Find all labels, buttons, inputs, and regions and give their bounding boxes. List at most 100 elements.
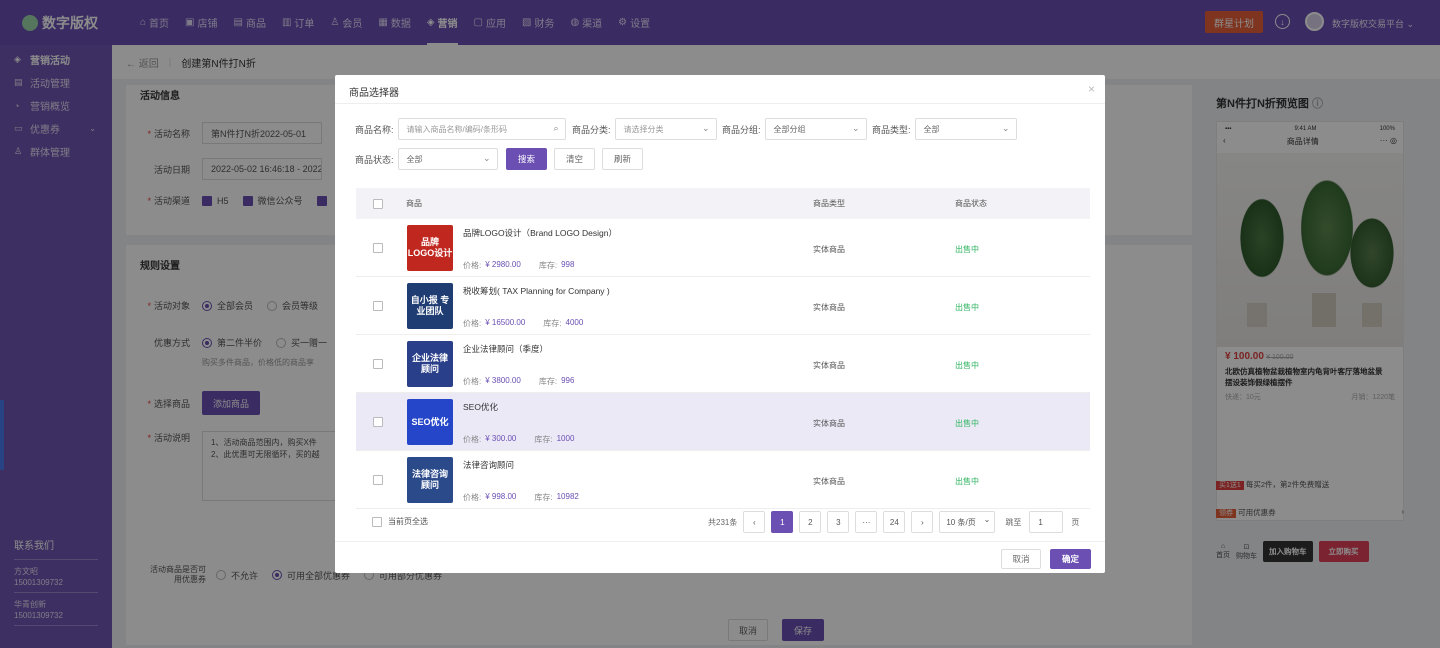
product-meta: 价格: ¥ 2980.00 库存: 998 <box>463 260 574 271</box>
price-label: 价格: <box>463 261 482 270</box>
product-status: 出售中 <box>955 361 979 370</box>
table-row[interactable]: 自小报 专业团队 税收筹划( TAX Planning for Company )… <box>356 277 1090 335</box>
row-checkbox[interactable] <box>373 358 383 369</box>
stock-label: 库存: <box>538 377 558 386</box>
chevron-down-icon: ⌄ <box>482 153 491 163</box>
product-status: 出售中 <box>955 245 979 254</box>
table-row[interactable]: 企业法律 顾问 企业法律顾问（季度） 价格: ¥ 3800.00 库存: 996 实体商品 出… <box>356 335 1090 393</box>
divider <box>335 103 1105 104</box>
filter-label: 商品分组: <box>722 124 761 135</box>
page-button[interactable]: ··· <box>855 511 878 533</box>
product-type: 实体商品 <box>813 419 845 428</box>
table-row[interactable]: SEO优化 SEO优化价格: ¥ 300.00 库存: 1000 实体商品 出售中 <box>356 393 1090 451</box>
header-checkbox[interactable] <box>373 198 383 209</box>
chevron-down-icon: ⌄ <box>851 123 860 133</box>
row-checkbox[interactable] <box>373 242 383 253</box>
price-label: 价格: <box>463 435 482 444</box>
next-page-icon[interactable]: › <box>911 511 934 533</box>
search-button[interactable]: 搜索 <box>506 148 547 170</box>
product-name: 税收筹划( TAX Planning for Company ) <box>463 286 610 296</box>
group-select[interactable]: 全部分组 ⌄ <box>764 118 867 140</box>
row-checkbox[interactable] <box>373 416 383 427</box>
price-label: 价格: <box>463 493 482 502</box>
type-select[interactable]: 全部 ⌄ <box>914 118 1017 140</box>
table-header: 商品 商品类型 商品状态 <box>356 188 1090 219</box>
goto-label: 跳至 <box>1005 517 1022 527</box>
product-price: ¥ 16500.00 <box>485 318 526 327</box>
select-page-checkbox[interactable] <box>372 516 382 527</box>
row-checkbox[interactable] <box>373 474 383 485</box>
chevron-down-icon: ⌄ <box>1001 123 1010 133</box>
page-button[interactable]: 3 <box>827 511 850 533</box>
page-unit: 页 <box>1071 517 1080 527</box>
stock-label: 库存: <box>534 435 553 444</box>
goods-table: 商品 商品类型 商品状态 品牌 LOGO设计 品牌LOGO设计（Brand LOG… <box>356 188 1090 509</box>
product-status: 出售中 <box>955 419 979 428</box>
select-page-label: 当前页全选 <box>388 517 428 526</box>
prev-page-icon[interactable]: ‹ <box>743 511 766 533</box>
product-stock: 10982 <box>556 492 579 501</box>
close-icon[interactable]: × <box>1088 82 1095 96</box>
total-count: 共231条 <box>708 517 738 527</box>
filter-label: 商品状态: <box>355 154 394 165</box>
modal-confirm-button[interactable]: 确定 <box>1050 549 1091 569</box>
filter-label: 商品名称: <box>355 124 394 135</box>
table-row[interactable]: 品牌 LOGO设计 品牌LOGO设计（Brand LOGO Design） 价格: ¥… <box>356 219 1090 277</box>
page-size-select[interactable]: 10 条/页 ⌄ <box>939 511 996 533</box>
product-stock: 4000 <box>565 318 584 327</box>
stock-label: 库存: <box>538 261 558 270</box>
price-label: 价格: <box>463 377 482 386</box>
price-label: 价格: <box>463 319 482 328</box>
goto-page-input[interactable]: 1 <box>1029 511 1064 533</box>
page-button[interactable]: 24 <box>883 511 906 533</box>
product-status: 出售中 <box>955 303 979 312</box>
product-meta: 价格: ¥ 16500.00 库存: 4000 <box>463 318 583 329</box>
product-thumbnail: 自小报 专业团队 <box>407 283 453 329</box>
product-price: ¥ 2980.00 <box>485 260 521 269</box>
stock-label: 库存: <box>543 319 562 328</box>
goods-selector-modal: 商品选择器 × 商品名称: 请输入商品名称/编码/条形码 ⌕ 商品分类: 请选择… <box>335 75 1105 573</box>
product-name: SEO优化 <box>463 402 498 412</box>
table-row[interactable]: 法律咨询 顾问 法律咨询顾问 价格: ¥ 998.00 库存: 10982 实体商品 出售中 <box>356 451 1090 509</box>
row-checkbox[interactable] <box>373 300 383 311</box>
product-thumbnail: SEO优化 <box>407 399 453 445</box>
product-name: 品牌LOGO设计（Brand LOGO Design） <box>463 228 617 238</box>
product-meta: 价格: ¥ 3800.00 库存: 996 <box>463 376 574 387</box>
category-select[interactable]: 请选择分类 ⌄ <box>614 118 717 140</box>
product-stock: 998 <box>561 260 575 269</box>
pagination: 共231条 ‹ 1 2 3 ··· 24 › 10 条/页 ⌄ 跳至 1 页 <box>708 511 1079 533</box>
column-header: 商品状态 <box>955 199 987 208</box>
page-button[interactable]: 1 <box>771 511 794 533</box>
chevron-down-icon: ⌄ <box>983 515 991 524</box>
product-stock: 996 <box>561 376 575 385</box>
column-header: 商品类型 <box>813 199 845 208</box>
product-type: 实体商品 <box>813 361 845 370</box>
status-select[interactable]: 全部 ⌄ <box>397 148 498 170</box>
product-meta: 价格: ¥ 998.00 库存: 10982 <box>463 492 579 503</box>
search-icon[interactable]: ⌕ <box>553 123 558 134</box>
product-thumbnail: 法律咨询 顾问 <box>407 457 453 503</box>
product-type: 实体商品 <box>813 303 845 312</box>
product-type: 实体商品 <box>813 245 845 254</box>
goods-name-input[interactable]: 请输入商品名称/编码/条形码 ⌕ <box>397 118 566 140</box>
product-price: ¥ 998.00 <box>485 492 517 501</box>
column-header: 商品 <box>406 199 422 208</box>
chevron-down-icon: ⌄ <box>701 123 710 133</box>
product-status: 出售中 <box>955 477 979 486</box>
product-thumbnail: 品牌 LOGO设计 <box>407 225 453 271</box>
product-stock: 1000 <box>556 434 575 443</box>
product-type: 实体商品 <box>813 477 845 486</box>
select-page-row[interactable]: 当前页全选 <box>372 516 428 527</box>
clear-button[interactable]: 清空 <box>554 148 595 170</box>
stock-label: 库存: <box>534 493 553 502</box>
refresh-button[interactable]: 刷新 <box>602 148 643 170</box>
product-price: ¥ 300.00 <box>485 434 517 443</box>
page-button[interactable]: 2 <box>799 511 822 533</box>
product-name: 企业法律顾问（季度） <box>463 344 549 354</box>
product-thumbnail: 企业法律 顾问 <box>407 341 453 387</box>
modal-cancel-button[interactable]: 取消 <box>1001 549 1041 569</box>
product-price: ¥ 3800.00 <box>485 376 521 385</box>
product-name: 法律咨询顾问 <box>463 460 515 470</box>
filter-label: 商品分类: <box>572 124 611 135</box>
divider <box>335 541 1105 542</box>
